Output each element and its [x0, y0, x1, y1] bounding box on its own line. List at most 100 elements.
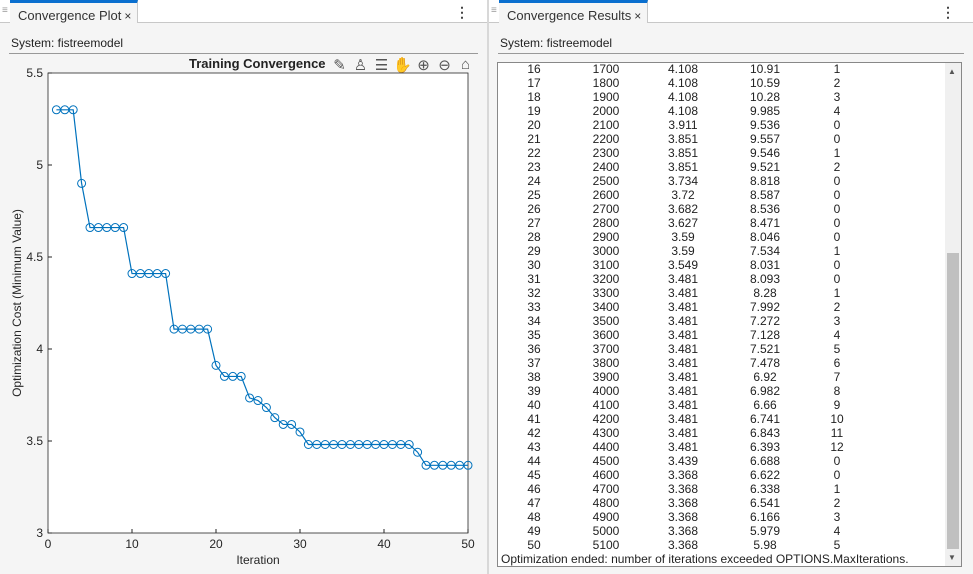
result-row: 41 4200 3.481 6.741 10 — [498, 412, 938, 426]
iteration-cell: 41 — [527, 412, 541, 426]
stall-iterations-cell: 9 — [833, 398, 841, 412]
current-value-cell: 6.166 — [749, 510, 781, 524]
f-count-cell: 2100 — [592, 118, 620, 132]
x-tick-label: 10 — [125, 537, 139, 551]
tab-bar: ≡ Convergence Plot × ⋮ — [0, 0, 487, 23]
iteration-cell: 22 — [527, 146, 541, 160]
best-value-cell: 4.108 — [667, 104, 699, 118]
grip-icon[interactable]: ≡ — [491, 5, 497, 16]
f-count-cell: 1900 — [592, 90, 620, 104]
iteration-cell: 35 — [527, 328, 541, 342]
result-row: 20 2100 3.911 9.536 0 — [498, 118, 938, 132]
f-count-cell: 4400 — [592, 440, 620, 454]
iteration-cell: 32 — [527, 286, 541, 300]
best-value-cell: 4.108 — [667, 90, 699, 104]
current-value-cell: 10.91 — [749, 62, 781, 76]
iteration-cell: 40 — [527, 398, 541, 412]
iteration-cell: 33 — [527, 300, 541, 314]
best-value-cell: 3.439 — [667, 454, 699, 468]
best-value-cell: 3.481 — [667, 412, 699, 426]
iteration-cell: 36 — [527, 342, 541, 356]
kebab-menu-icon[interactable]: ⋮ — [455, 4, 469, 21]
iteration-cell: 16 — [527, 62, 541, 76]
f-count-cell: 3500 — [592, 314, 620, 328]
f-count-cell: 4600 — [592, 468, 620, 482]
best-value-cell: 3.734 — [667, 174, 699, 188]
tab-convergence-plot[interactable]: Convergence Plot × — [10, 0, 139, 23]
stall-iterations-cell: 7 — [833, 370, 841, 384]
stall-iterations-cell: 0 — [833, 230, 841, 244]
current-value-cell: 6.338 — [749, 482, 781, 496]
best-value-cell: 3.851 — [667, 132, 699, 146]
f-count-cell: 4800 — [592, 496, 620, 510]
result-row: 43 4400 3.481 6.393 12 — [498, 440, 938, 454]
current-value-cell: 6.741 — [749, 412, 781, 426]
result-row: 26 2700 3.682 8.536 0 — [498, 202, 938, 216]
current-value-cell: 9.557 — [749, 132, 781, 146]
f-count-cell: 4000 — [592, 384, 620, 398]
tab-label: Convergence Results — [507, 8, 632, 23]
y-tick-label: 4.5 — [26, 250, 43, 264]
result-row: 30 3100 3.549 8.031 0 — [498, 258, 938, 272]
stall-iterations-cell: 3 — [833, 90, 841, 104]
best-value-cell: 3.627 — [667, 216, 699, 230]
divider — [498, 53, 964, 54]
f-count-cell: 4700 — [592, 482, 620, 496]
current-value-cell: 6.92 — [753, 370, 777, 384]
current-value-cell: 6.843 — [749, 426, 781, 440]
x-tick-label: 40 — [377, 537, 391, 551]
iteration-cell: 30 — [527, 258, 541, 272]
current-value-cell: 9.536 — [749, 118, 781, 132]
scroll-up-icon[interactable]: ▲ — [948, 67, 956, 76]
scrollbar-thumb[interactable] — [947, 253, 959, 549]
x-tick-label: 0 — [45, 537, 52, 551]
current-value-cell: 8.093 — [749, 272, 781, 286]
best-value-cell: 3.368 — [667, 538, 699, 552]
stall-iterations-cell: 0 — [833, 118, 841, 132]
kebab-menu-icon[interactable]: ⋮ — [941, 4, 955, 21]
iteration-cell: 17 — [527, 76, 541, 90]
stall-iterations-cell: 2 — [833, 300, 841, 314]
scroll-down-icon[interactable]: ▼ — [948, 553, 956, 562]
stall-iterations-cell: 10 — [830, 412, 844, 426]
iteration-cell: 39 — [527, 384, 541, 398]
result-row: 40 4100 3.481 6.66 9 — [498, 398, 938, 412]
iteration-cell: 26 — [527, 202, 541, 216]
f-count-cell: 3400 — [592, 300, 620, 314]
result-row: 47 4800 3.368 6.541 2 — [498, 496, 938, 510]
iteration-cell: 19 — [527, 104, 541, 118]
result-row: 44 4500 3.439 6.688 0 — [498, 454, 938, 468]
best-value-cell: 3.368 — [667, 496, 699, 510]
current-value-cell: 8.031 — [749, 258, 781, 272]
stall-iterations-cell: 11 — [830, 426, 844, 440]
result-row: 29 3000 3.59 7.534 1 — [498, 244, 938, 258]
f-count-cell: 3300 — [592, 286, 620, 300]
result-row: 31 3200 3.481 8.093 0 — [498, 272, 938, 286]
best-value-cell: 3.481 — [667, 286, 699, 300]
f-count-cell: 4300 — [592, 426, 620, 440]
result-row: 38 3900 3.481 6.92 7 — [498, 370, 938, 384]
stall-iterations-cell: 0 — [833, 272, 841, 286]
stall-iterations-cell: 5 — [833, 538, 841, 552]
iteration-cell: 21 — [527, 132, 541, 146]
current-value-cell: 10.28 — [749, 90, 781, 104]
close-icon[interactable]: × — [634, 9, 641, 23]
results-text-box[interactable]: 16 1700 4.108 10.91 1 17 1800 4.108 10.59 2 18 1900… — [497, 62, 962, 567]
stall-iterations-cell: 0 — [833, 188, 841, 202]
result-row: 16 1700 4.108 10.91 1 — [498, 62, 938, 76]
iteration-cell: 44 — [527, 454, 541, 468]
current-value-cell: 6.688 — [749, 454, 781, 468]
system-label: System: fistreemodel — [500, 36, 613, 50]
close-icon[interactable]: × — [124, 9, 131, 23]
system-label: System: fistreemodel — [11, 36, 124, 50]
tab-convergence-results[interactable]: Convergence Results × — [499, 0, 649, 23]
current-value-cell: 7.128 — [749, 328, 781, 342]
iteration-cell: 23 — [527, 160, 541, 174]
y-tick-label: 5 — [36, 158, 43, 172]
y-tick-label: 3 — [36, 526, 43, 540]
best-value-cell: 3.368 — [667, 510, 699, 524]
result-row: 17 1800 4.108 10.59 2 — [498, 76, 938, 90]
x-tick-label: 30 — [293, 537, 307, 551]
grip-icon[interactable]: ≡ — [2, 5, 8, 16]
vertical-scrollbar[interactable]: ▲ ▼ — [945, 63, 961, 566]
